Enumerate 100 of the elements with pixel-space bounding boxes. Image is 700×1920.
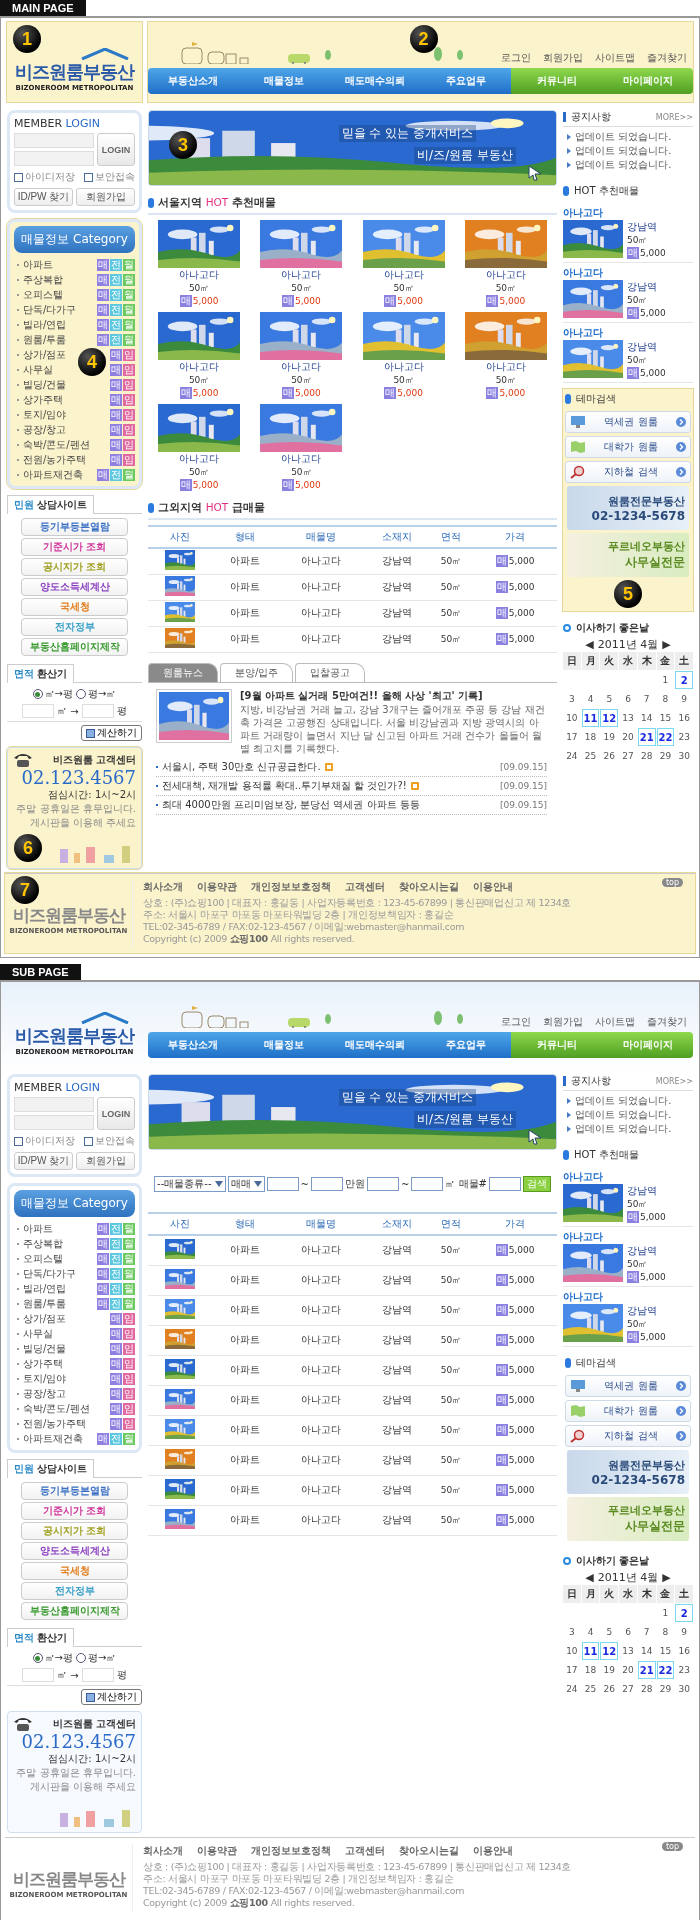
calendar-day[interactable]: 14: [637, 1642, 656, 1660]
category-item[interactable]: 공장/창고: [23, 422, 67, 437]
nav-item[interactable]: 매물정보: [238, 68, 330, 94]
notice-item[interactable]: 업데이트 되었습니다.: [575, 158, 672, 172]
calendar-day[interactable]: 8: [656, 1623, 675, 1641]
listing-name[interactable]: 아나고다: [485, 268, 526, 282]
small-button[interactable]: 회원가입: [76, 1152, 135, 1170]
calendar-day[interactable]: 15: [656, 1642, 675, 1660]
id-field[interactable]: [14, 1097, 94, 1112]
small-button[interactable]: ID/PW 찾기: [14, 1152, 73, 1170]
calendar-day[interactable]: 23: [675, 728, 693, 746]
calendar-day[interactable]: 16: [675, 1642, 693, 1660]
calendar-day[interactable]: 25: [581, 747, 600, 765]
listing-name[interactable]: 아나고다: [563, 206, 693, 220]
category-item[interactable]: 공장/창고: [23, 1386, 67, 1401]
calendar-day[interactable]: 12: [600, 1642, 619, 1660]
footer-link[interactable]: 고객센터: [345, 1844, 385, 1858]
site-link[interactable]: 부동산홈페이지제작: [21, 638, 128, 656]
calendar-day[interactable]: 21: [637, 728, 656, 746]
number-field[interactable]: [488, 1177, 521, 1191]
calendar-day[interactable]: 7: [637, 690, 656, 708]
top-link[interactable]: 회원가입: [543, 1015, 583, 1029]
site-link[interactable]: 양도소득세계산: [21, 578, 128, 596]
listing-name[interactable]: 아나고다: [281, 268, 322, 282]
listing-name[interactable]: 아나고다: [485, 360, 526, 374]
listing-name[interactable]: 아나고다: [563, 1230, 693, 1244]
top-link[interactable]: 즐겨찾기: [647, 1015, 687, 1029]
small-button[interactable]: ID/PW 찾기: [14, 188, 73, 206]
listing-name[interactable]: 아나고다: [281, 360, 322, 374]
calendar-day[interactable]: 10: [563, 1642, 581, 1660]
news-link[interactable]: 전세대책, 재개발 용적률 확대..투기부채질 할 것인가?!: [162, 778, 407, 793]
top-link[interactable]: 회원가입: [543, 51, 583, 65]
footer-link[interactable]: 이용안내: [473, 1844, 513, 1858]
checkbox[interactable]: [14, 172, 23, 182]
news-link[interactable]: 서울시, 주택 30만호 신규공급한다.: [162, 759, 321, 774]
checkbox[interactable]: [84, 1136, 93, 1146]
category-item[interactable]: 주상복합: [23, 1236, 63, 1251]
small-button[interactable]: 회원가입: [76, 188, 135, 206]
category-item[interactable]: 원룸/투룸: [23, 332, 67, 347]
calendar-day[interactable]: 3: [563, 1623, 581, 1641]
pyeong-field[interactable]: [81, 704, 114, 718]
category-item[interactable]: 전원/농가주택: [23, 452, 87, 467]
price-field[interactable]: [310, 1177, 343, 1191]
previous-month[interactable]: ◀: [585, 1571, 594, 1584]
footer-link[interactable]: 회사소개: [143, 1844, 183, 1858]
calculate-button[interactable]: 계산하기: [81, 725, 142, 741]
site-link[interactable]: 기준시가 조회: [21, 538, 128, 556]
area-field[interactable]: [366, 1177, 399, 1191]
calendar-day[interactable]: 4: [581, 690, 600, 708]
theme-button[interactable]: 대학가 원룸: [565, 1400, 691, 1422]
password-field[interactable]: [14, 151, 94, 166]
calendar-day[interactable]: 28: [637, 1680, 656, 1698]
theme-button[interactable]: 지하철 검색: [565, 461, 691, 483]
category-item[interactable]: 아파트재건축: [23, 1431, 83, 1446]
category-item[interactable]: 빌딩/건물: [23, 1341, 67, 1356]
category-item[interactable]: 토지/임야: [23, 407, 67, 422]
calendar-day[interactable]: 19: [600, 1661, 619, 1679]
listing-name[interactable]: 아나고다: [179, 268, 220, 282]
id-field[interactable]: [14, 133, 94, 148]
listing-name[interactable]: 아나고다: [563, 266, 693, 280]
category-item[interactable]: 상가주택: [23, 1356, 63, 1371]
footer-link[interactable]: 개인정보보호정책: [251, 1844, 331, 1858]
calendar-day[interactable]: 29: [656, 747, 675, 765]
login-button[interactable]: LOGIN: [97, 133, 135, 166]
calendar-day[interactable]: 23: [675, 1661, 693, 1679]
footer-link[interactable]: 회사소개: [143, 880, 183, 894]
calendar-day[interactable]: 17: [563, 728, 581, 746]
more-link[interactable]: MORE>>: [655, 1076, 693, 1086]
calendar-day[interactable]: 1: [656, 671, 675, 689]
calendar-day[interactable]: 5: [600, 690, 619, 708]
login-button[interactable]: LOGIN: [97, 1097, 135, 1130]
footer-link[interactable]: 고객센터: [345, 880, 385, 894]
calendar-day[interactable]: 28: [637, 747, 656, 765]
listing-name[interactable]: 아나고다: [281, 452, 322, 466]
theme-button[interactable]: 역세권 원룸: [565, 1375, 691, 1397]
listing-name[interactable]: 아나고다: [563, 1170, 693, 1184]
theme-button[interactable]: 대학가 원룸: [565, 436, 691, 458]
category-item[interactable]: 토지/임야: [23, 1371, 67, 1386]
calendar-day[interactable]: 18: [581, 728, 600, 746]
listing-name[interactable]: 아나고다: [563, 1290, 693, 1304]
category-item[interactable]: 단독/다가구: [23, 302, 77, 317]
top-link[interactable]: 로그인: [501, 1015, 531, 1029]
category-item[interactable]: 전원/농가주택: [23, 1416, 87, 1431]
site-link[interactable]: 기준시가 조회: [21, 1502, 128, 1520]
calendar-day[interactable]: 5: [600, 1623, 619, 1641]
listing-name[interactable]: 아나고다: [383, 268, 424, 282]
top-link[interactable]: 로그인: [501, 51, 531, 65]
site-link[interactable]: 부동산홈페이지제작: [21, 1602, 128, 1620]
calendar-day[interactable]: 30: [675, 1680, 693, 1698]
category-item[interactable]: 상가/점포: [23, 347, 67, 362]
calendar-day[interactable]: 13: [619, 709, 637, 727]
calendar-day[interactable]: 21: [637, 1661, 656, 1679]
checkbox[interactable]: [14, 1136, 23, 1146]
top-link[interactable]: 사이트맵: [595, 1015, 635, 1029]
footer-link[interactable]: 개인정보보호정책: [251, 880, 331, 894]
category-item[interactable]: 원룸/투룸: [23, 1296, 67, 1311]
deal-dropdown[interactable]: 매매: [227, 1176, 265, 1192]
notice-item[interactable]: 업데이트 되었습니다.: [575, 144, 672, 158]
category-item[interactable]: 오피스텔: [23, 287, 63, 302]
ad-banner[interactable]: 원룸전문부동산 02-1234-5678: [567, 1450, 689, 1494]
